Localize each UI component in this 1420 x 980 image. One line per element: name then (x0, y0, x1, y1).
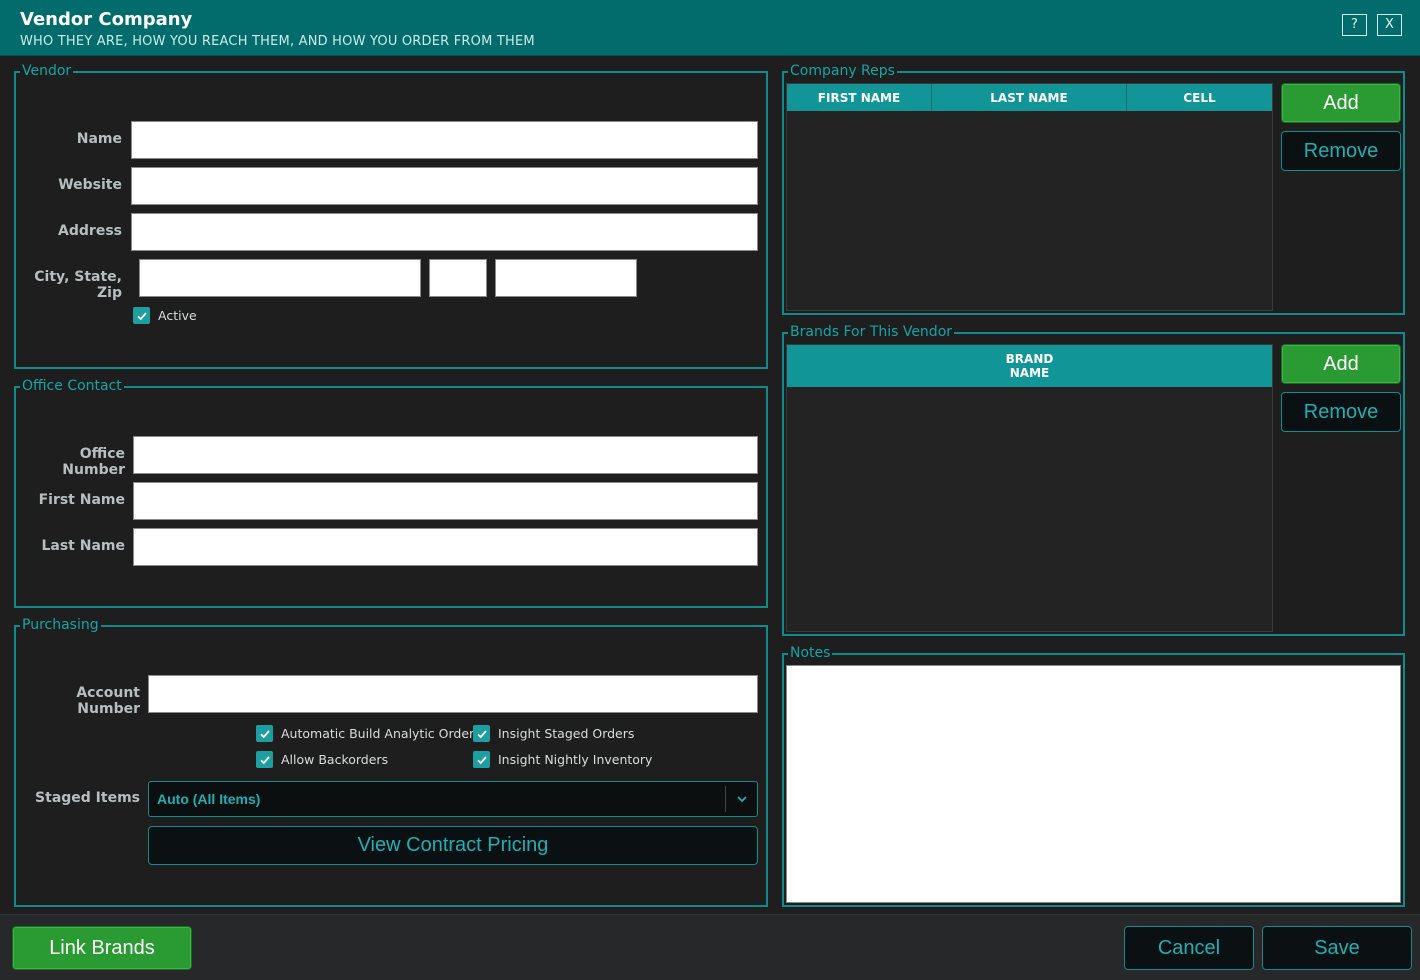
title-bar: Vendor Company WHO THEY ARE, HOW YOU REA… (0, 0, 1420, 56)
account-number-label: Account Number (76, 685, 140, 717)
office-number-label: Office Number (62, 446, 125, 478)
column-header-first-name[interactable]: FIRST NAME (787, 84, 932, 111)
cancel-button[interactable]: Cancel (1124, 926, 1254, 970)
checkbox-label: Allow Backorders (281, 752, 389, 767)
brand-column-line1: BRAND (1005, 352, 1054, 366)
checkbox-label: Automatic Build Analytic Orders (281, 726, 481, 741)
office-number-input[interactable] (134, 437, 757, 473)
checkbox-checked-icon (133, 307, 150, 324)
checkbox-label: Insight Staged Orders (498, 726, 635, 741)
name-label: Name (76, 131, 122, 147)
website-label: Website (58, 177, 122, 193)
vendor-name-input[interactable] (132, 122, 757, 158)
checkbox-checked-icon (473, 751, 490, 768)
staged-items-label: Staged Items (35, 790, 140, 806)
account-number-input[interactable] (149, 676, 757, 712)
link-brands-button[interactable]: Link Brands (12, 926, 192, 970)
state-field[interactable] (429, 259, 487, 297)
column-header-cell[interactable]: CELL (1127, 84, 1272, 111)
website-field[interactable] (131, 167, 758, 205)
remove-rep-button[interactable]: Remove (1281, 131, 1401, 171)
brands-grid-header: BRAND NAME (787, 345, 1272, 387)
chevron-down-icon[interactable] (735, 792, 749, 806)
address-input[interactable] (132, 214, 757, 250)
add-rep-button[interactable]: Add (1281, 83, 1401, 123)
checkbox-label: Insight Nightly Inventory (498, 752, 653, 767)
office-number-field[interactable] (133, 436, 758, 474)
company-reps-grid[interactable]: FIRST NAME LAST NAME CELL (786, 83, 1273, 311)
insight-staged-orders-checkbox[interactable]: Insight Staged Orders (473, 725, 634, 742)
first-name-field[interactable] (133, 482, 758, 520)
zip-field[interactable] (495, 259, 637, 297)
brand-column-line2: NAME (1009, 366, 1050, 380)
website-input[interactable] (132, 168, 757, 204)
city-field[interactable] (139, 259, 421, 297)
vendor-name-field[interactable] (131, 121, 758, 159)
close-button[interactable]: X (1377, 14, 1402, 36)
last-name-input[interactable] (134, 529, 757, 565)
notes-textarea[interactable] (787, 666, 1400, 902)
account-number-field[interactable] (148, 675, 758, 713)
active-checkbox[interactable]: Active (133, 307, 197, 324)
allow-backorders-checkbox[interactable]: Allow Backorders (256, 751, 388, 768)
remove-brand-button[interactable]: Remove (1281, 392, 1401, 432)
window-subtitle: WHO THEY ARE, HOW YOU REACH THEM, AND HO… (20, 34, 535, 49)
auto-build-analytic-orders-checkbox[interactable]: Automatic Build Analytic Orders (256, 725, 481, 742)
office-contact-group-title: Office Contact (20, 377, 124, 395)
notes-group-title: Notes (788, 644, 833, 662)
column-header-last-name[interactable]: LAST NAME (932, 84, 1127, 111)
checkbox-checked-icon (256, 725, 273, 742)
add-brand-button[interactable]: Add (1281, 344, 1401, 384)
last-name-label: Last Name (41, 538, 125, 554)
address-label: Address (58, 223, 122, 239)
first-name-input[interactable] (134, 483, 757, 519)
brands-grid[interactable]: BRAND NAME (786, 344, 1273, 632)
first-name-label: First Name (38, 492, 125, 508)
zip-input[interactable] (496, 260, 636, 296)
company-reps-grid-header: FIRST NAME LAST NAME CELL (787, 84, 1272, 111)
notes-field[interactable] (786, 665, 1401, 903)
checkbox-checked-icon (256, 751, 273, 768)
column-header-brand-name[interactable]: BRAND NAME (787, 345, 1272, 387)
vendor-group-title: Vendor (20, 62, 74, 80)
staged-items-select[interactable]: Auto (All Items) (148, 781, 758, 817)
purchasing-group-title: Purchasing (20, 616, 101, 634)
save-button[interactable]: Save (1262, 926, 1412, 970)
company-reps-group-title: Company Reps (788, 62, 897, 80)
view-contract-pricing-button[interactable]: View Contract Pricing (148, 826, 758, 865)
staged-items-value: Auto (All Items) (157, 791, 261, 807)
last-name-field[interactable] (133, 528, 758, 566)
brands-group-title: Brands For This Vendor (788, 323, 955, 341)
address-field[interactable] (131, 213, 758, 251)
window-title: Vendor Company (20, 9, 193, 30)
active-label: Active (158, 308, 197, 323)
city-input[interactable] (140, 260, 420, 296)
state-input[interactable] (430, 260, 486, 296)
city-state-zip-label: City, State, Zip (34, 269, 122, 301)
select-divider (725, 786, 726, 812)
help-button[interactable]: ? (1342, 14, 1367, 36)
checkbox-checked-icon (473, 725, 490, 742)
insight-nightly-inventory-checkbox[interactable]: Insight Nightly Inventory (473, 751, 652, 768)
